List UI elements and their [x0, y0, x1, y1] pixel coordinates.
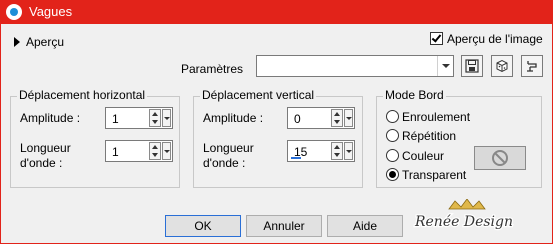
horizontal-wavelength-label-2: d'onde : — [20, 156, 63, 170]
spin-arrows-icon[interactable] — [331, 142, 343, 160]
color-swatch[interactable] — [474, 146, 526, 170]
help-button[interactable]: Aide — [327, 215, 403, 237]
svg-text:Renée Design: Renée Design — [414, 214, 513, 230]
horizontal-wavelength-label-1: Longueur — [20, 141, 71, 155]
spin-arrows-icon[interactable] — [331, 109, 343, 127]
expand-arrow-icon — [14, 36, 20, 47]
random-button[interactable] — [491, 55, 513, 77]
chevron-down-icon[interactable] — [437, 56, 453, 76]
ok-button[interactable]: OK — [165, 215, 241, 237]
parameters-label: Paramètres — [181, 62, 244, 76]
horizontal-amplitude-value: 1 — [112, 112, 119, 126]
vertical-amplitude-stepper[interactable]: 0 — [287, 107, 355, 129]
radio-transparent[interactable] — [386, 168, 399, 181]
preview-image-label: Aperçu de l'image — [447, 32, 543, 46]
window-title: Vagues — [29, 4, 73, 19]
vertical-wavelength-stepper[interactable]: 15 — [287, 140, 355, 162]
random-dice-icon — [496, 59, 508, 73]
edge-mode-title: Mode Bord — [383, 88, 446, 102]
reset-icon — [527, 61, 537, 72]
preview-image-checkbox[interactable] — [430, 32, 443, 45]
radio-couleur-label: Couleur — [402, 149, 445, 163]
checkmark-icon — [431, 32, 442, 43]
spin-arrows-icon[interactable] — [149, 142, 161, 160]
value-indicator-bar — [291, 157, 301, 159]
save-preset-button[interactable] — [461, 55, 483, 77]
save-preset-icon — [465, 59, 479, 73]
spin-arrows-icon[interactable] — [149, 109, 161, 127]
chevron-down-icon[interactable] — [344, 109, 353, 127]
radio-transparent-label: Transparent — [402, 168, 467, 182]
title-bar: Vagues — [0, 0, 553, 24]
radio-repetition[interactable] — [386, 129, 399, 142]
renee-design-watermark: Renée Design — [413, 199, 514, 231]
cancel-button[interactable]: Annuler — [246, 215, 322, 237]
radio-repetition-label: Répétition — [402, 129, 457, 143]
vertical-wavelength-label-2: d'onde : — [203, 156, 246, 170]
radio-enroulement[interactable] — [386, 110, 399, 123]
chevron-down-icon[interactable] — [162, 109, 171, 127]
reset-button[interactable] — [521, 55, 543, 77]
horizontal-wavelength-stepper[interactable]: 1 — [105, 140, 173, 162]
horizontal-amplitude-label: Amplitude : — [20, 111, 81, 125]
horizontal-wavelength-value: 1 — [112, 145, 119, 159]
preview-toggle-label: Aperçu — [26, 34, 65, 49]
chevron-down-icon[interactable] — [162, 142, 171, 160]
no-color-icon — [492, 150, 508, 166]
app-icon — [6, 4, 22, 20]
horizontal-amplitude-stepper[interactable]: 1 — [105, 107, 173, 129]
radio-enroulement-label: Enroulement — [402, 110, 471, 124]
vertical-wavelength-label-1: Longueur — [203, 141, 254, 155]
radio-couleur[interactable] — [386, 149, 399, 162]
parameters-dropdown[interactable] — [256, 55, 454, 77]
vertical-amplitude-label: Amplitude : — [203, 111, 264, 125]
chevron-down-icon[interactable] — [344, 142, 353, 160]
vertical-amplitude-value: 0 — [294, 112, 301, 126]
preview-toggle[interactable]: Aperçu — [14, 34, 64, 49]
horizontal-group-title: Déplacement horizontal — [17, 88, 148, 102]
vertical-group-title: Déplacement vertical — [200, 88, 317, 102]
